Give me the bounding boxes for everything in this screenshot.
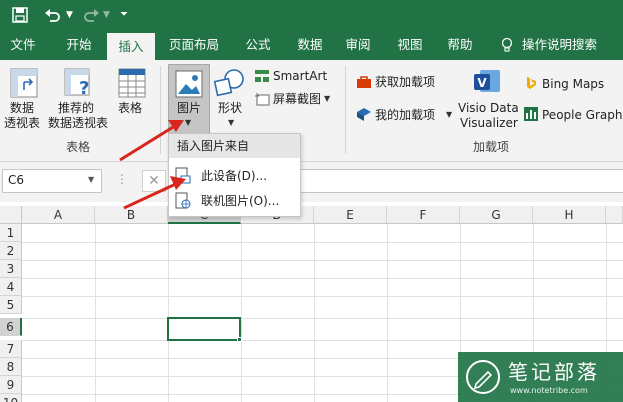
arrow-to-this-device <box>123 180 181 210</box>
annotation-arrows <box>119 120 186 210</box>
arrow-head <box>170 176 186 190</box>
watermark-title: 笔记部落 <box>508 360 600 384</box>
arrow-to-pictures <box>119 122 179 162</box>
watermark-url: www.notetribe.com <box>510 386 588 395</box>
pen-icon <box>466 360 500 394</box>
